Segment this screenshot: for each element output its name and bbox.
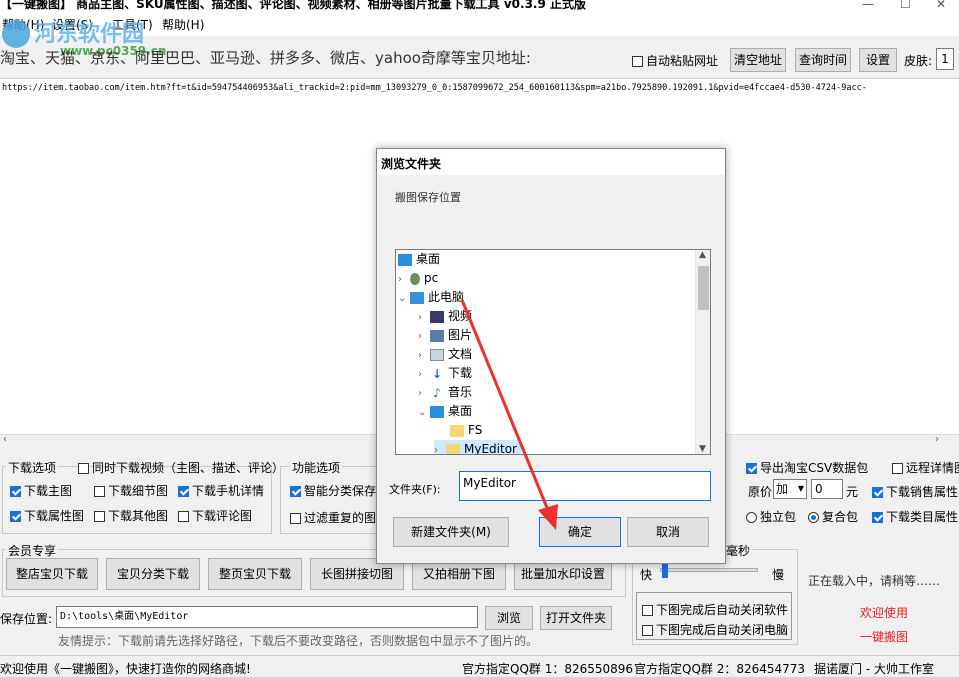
annotation-arrow <box>460 299 558 530</box>
arrow-head <box>538 504 558 530</box>
arrow-line <box>460 299 552 516</box>
